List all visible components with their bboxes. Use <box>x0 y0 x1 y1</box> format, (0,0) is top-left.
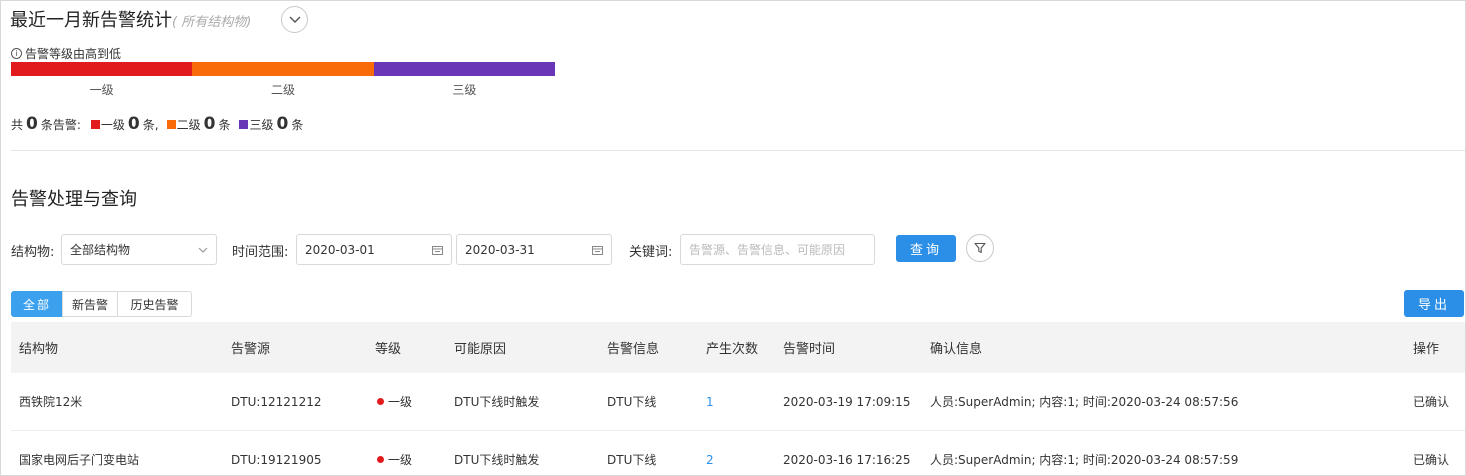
cell-info: DTU下线 <box>607 453 657 467</box>
header-confirm: 确认信息 <box>930 342 983 357</box>
summary-level-2-label: 二级 <box>176 118 201 132</box>
cell-level-text: 一级 <box>388 395 413 409</box>
section-divider <box>11 150 1465 151</box>
level-1-swatch <box>90 120 100 129</box>
export-button[interactable]: 导出 <box>1404 290 1464 317</box>
table-row[interactable]: 西铁院12米 DTU:12121212 一级 DTU下线时触发 DTU下线 1 … <box>11 373 1465 431</box>
summary-total-prefix: 共 <box>11 118 24 132</box>
level-bar-segment-3 <box>373 62 555 76</box>
end-date-input[interactable]: 2020-03-31 <box>456 234 612 265</box>
calendar-icon <box>432 245 443 255</box>
time-range-label: 时间范围: <box>232 245 289 260</box>
header-cause: 可能原因 <box>454 342 507 357</box>
cell-level: 一级 <box>377 431 413 475</box>
level-labels: 一级 二级 三级 <box>11 81 555 98</box>
cell-time: 2020-03-19 17:09:15 <box>783 394 911 409</box>
summary-level-2: 二级 0 条 <box>166 114 231 134</box>
alarm-summary: 共 0 条告警: 一级 0 条, 二级 0 条 三级 0 条 <box>11 114 303 134</box>
keyword-placeholder: 告警源、告警信息、可能原因 <box>689 243 846 257</box>
level-hint: i 告警等级由高到低 <box>11 45 121 62</box>
cell-confirm: 人员:SuperAdmin; 内容:1; 时间:2020-03-24 08:57… <box>930 453 1239 467</box>
cell-cause: DTU下线时触发 <box>454 395 540 409</box>
cell-level-text: 一级 <box>388 453 413 467</box>
tab-all[interactable]: 全部 <box>11 291 63 317</box>
info-icon: i <box>11 48 22 59</box>
keyword-input[interactable]: 告警源、告警信息、可能原因 <box>680 234 875 265</box>
stats-title-text: 最近一月新告警统计 <box>10 10 172 31</box>
summary-level-1-count: 0 <box>127 114 140 134</box>
query-button[interactable]: 查询 <box>896 235 956 262</box>
level-2-swatch <box>166 120 176 129</box>
level-bar-segment-1 <box>11 62 193 76</box>
cell-time: 2020-03-16 17:16:25 <box>783 452 911 467</box>
summary-level-3-label: 三级 <box>249 118 274 132</box>
summary-level-3: 三级 0 条 <box>239 114 303 134</box>
cell-source: DTU:19121905 <box>231 452 322 467</box>
structure-select[interactable]: 全部结构物 <box>61 234 217 265</box>
cell-structure: 西铁院12米 <box>19 395 83 409</box>
summary-level-1-unit: 条, <box>142 118 159 132</box>
stats-title: 最近一月新告警统计( 所有结构物) <box>10 6 251 32</box>
tab-history-alarms[interactable]: 历史告警 <box>117 291 192 317</box>
tab-new-alarms[interactable]: 新告警 <box>62 291 118 317</box>
summary-level-1-label: 一级 <box>100 118 125 132</box>
chevron-down-icon <box>198 247 208 253</box>
cell-level: 一级 <box>377 373 412 430</box>
level-label-3: 三级 <box>452 83 477 97</box>
summary-level-3-unit: 条 <box>291 118 304 132</box>
summary-level-3-count: 0 <box>276 114 289 134</box>
summary-total: 共 0 条告警: <box>11 114 81 134</box>
cell-action: 已确认 <box>1413 453 1450 467</box>
level-bar-segment-2 <box>192 62 374 76</box>
alarm-table: 结构物 告警源 等级 可能原因 告警信息 产生次数 告警时间 确认信息 操作 西… <box>11 322 1465 475</box>
collapse-button[interactable] <box>281 6 308 33</box>
level-label-1: 一级 <box>89 83 114 97</box>
cell-count-link[interactable]: 1 <box>706 373 714 430</box>
summary-level-2-unit: 条 <box>218 118 231 132</box>
cell-cause: DTU下线时触发 <box>454 453 540 467</box>
cell-structure: 国家电网后子门变电站 <box>19 453 140 467</box>
cell-count-link[interactable]: 2 <box>706 431 714 475</box>
header-info: 告警信息 <box>607 342 660 357</box>
header-time: 告警时间 <box>783 342 836 357</box>
cell-info: DTU下线 <box>607 395 657 409</box>
header-action: 操作 <box>1413 342 1440 357</box>
summary-level-1: 一级 0 条, <box>90 114 159 134</box>
filter-icon <box>974 242 986 254</box>
table-row[interactable]: 国家电网后子门变电站 DTU:19121905 一级 DTU下线时触发 DTU下… <box>11 431 1465 475</box>
level-label-2: 二级 <box>270 83 295 97</box>
filter-button[interactable] <box>966 234 994 262</box>
summary-level-2-count: 0 <box>203 114 216 134</box>
summary-total-suffix: 条告警: <box>40 118 81 132</box>
structure-label: 结构物: <box>11 245 55 260</box>
query-section-title: 告警处理与查询 <box>11 189 137 210</box>
level-dot <box>377 398 384 405</box>
calendar-icon <box>592 245 603 255</box>
header-count: 产生次数 <box>706 342 759 357</box>
cell-action: 已确认 <box>1413 395 1450 409</box>
header-level: 等级 <box>375 342 402 357</box>
table-header: 结构物 告警源 等级 可能原因 告警信息 产生次数 告警时间 确认信息 操作 <box>11 322 1465 373</box>
alarm-tabs: 全部 新告警 历史告警 <box>11 291 192 317</box>
chevron-down-icon <box>289 16 300 23</box>
level-bar <box>11 62 555 76</box>
stats-subtitle: ( 所有结构物) <box>172 15 252 30</box>
structure-select-value: 全部结构物 <box>70 243 131 257</box>
cell-confirm: 人员:SuperAdmin; 内容:1; 时间:2020-03-24 08:57… <box>930 395 1239 409</box>
summary-total-count: 0 <box>26 114 38 134</box>
level-dot <box>377 456 384 463</box>
start-date-input[interactable]: 2020-03-01 <box>296 234 452 265</box>
cell-source: DTU:12121212 <box>231 394 322 409</box>
start-date-value: 2020-03-01 <box>305 242 375 257</box>
level-3-swatch <box>239 120 249 129</box>
end-date-value: 2020-03-31 <box>465 242 535 257</box>
header-source: 告警源 <box>231 342 271 357</box>
keyword-label: 关键词: <box>629 245 673 260</box>
level-hint-text: 告警等级由高到低 <box>25 47 122 61</box>
alarm-page: 最近一月新告警统计( 所有结构物) i 告警等级由高到低 一级 二级 三级 共 … <box>0 0 1466 476</box>
header-structure: 结构物 <box>19 342 59 357</box>
